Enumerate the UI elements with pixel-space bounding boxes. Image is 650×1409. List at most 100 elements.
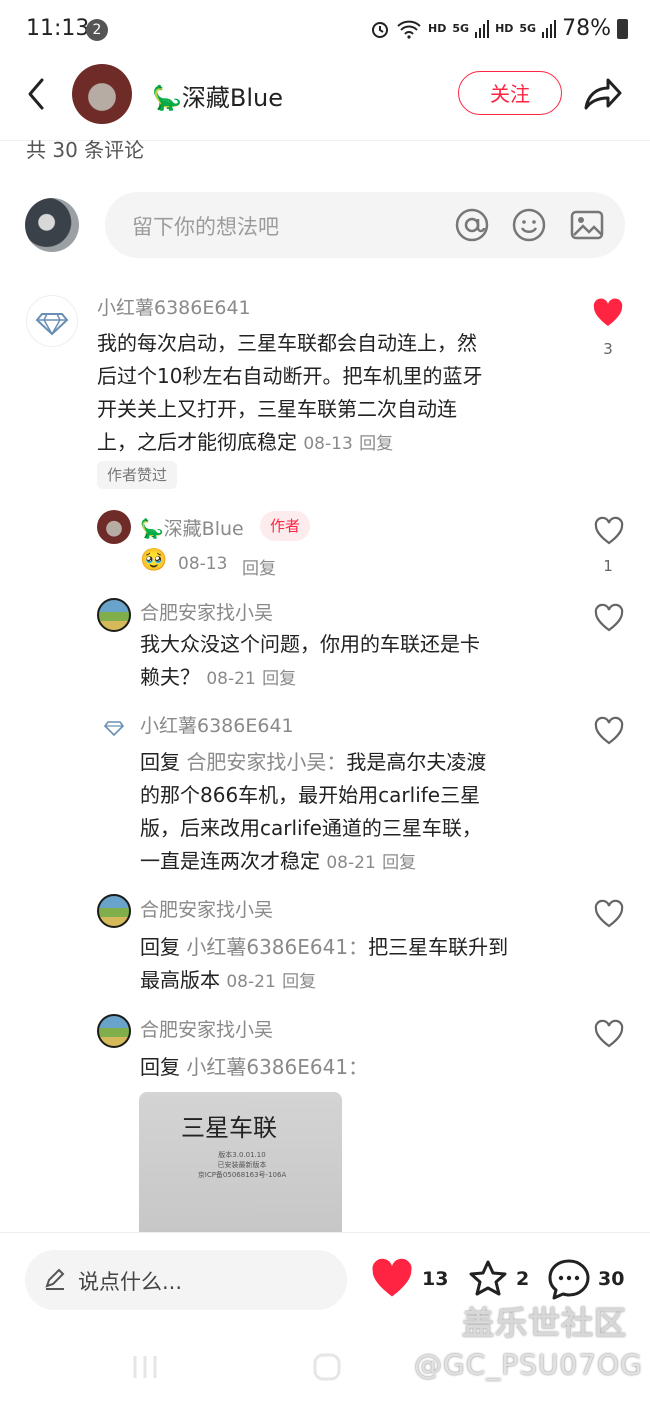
reply-prefix: 回复 — [140, 935, 180, 959]
comment-line: 后过个10秒左右自动断开。把车机里的蓝牙 — [97, 364, 483, 388]
say-something-placeholder[interactable]: 说点什么... — [78, 1266, 182, 1296]
comment-input-placeholder[interactable]: 留下你的想法吧 — [132, 211, 279, 241]
battery-percent: 78% — [562, 16, 611, 41]
reply-body: 回复 小红薯6386E641：把三星车联升到 最高版本 08-21 回复 — [140, 931, 580, 999]
photo-line: 已安装最新版本 — [217, 1161, 267, 1169]
reply-date: 08-21 — [206, 669, 256, 689]
reply-line: 一直是连两次才稳定 — [140, 849, 320, 873]
reply-link[interactable]: 回复 — [359, 434, 393, 454]
reply-prefix: 回复 — [140, 750, 180, 774]
reply-image[interactable]: 三星车联 版本3.0.01.10 已安装最新版本 京ICP备05068163号-… — [139, 1092, 342, 1242]
reply-author[interactable]: 🦕深藏Blue — [140, 514, 244, 541]
diamond-icon — [35, 313, 69, 336]
photo-line: 京ICP备05068163号-106A — [197, 1171, 287, 1179]
watermark-handle: @GC_PSU07OG — [414, 1348, 643, 1381]
diamond-icon[interactable] — [102, 714, 126, 738]
pencil-icon — [45, 1268, 65, 1290]
like-heart-icon[interactable] — [368, 1258, 416, 1302]
comment-line: 我的每次启动，三星车联都会自动连上，然 — [97, 331, 477, 355]
like-count: 1 — [603, 557, 613, 575]
photo-caption: 版本3.0.01.10 已安装最新版本 京ICP备05068163号-106A — [187, 1150, 297, 1180]
reply-line: 版，后来改用carlife通道的三星车联， — [140, 816, 482, 840]
my-avatar — [25, 198, 79, 252]
commenter-avatar[interactable] — [26, 295, 78, 347]
reply-line: 我大众没这个问题，你用的车联还是卡 — [140, 632, 480, 656]
reply-line: 最高版本 — [140, 968, 220, 992]
follow-button[interactable]: 关注 — [458, 71, 562, 115]
heart-outline-icon[interactable] — [593, 516, 625, 548]
image-icon[interactable] — [569, 207, 605, 243]
reply-link[interactable]: 回复 — [242, 554, 276, 579]
status-bar: 11:13 2 HD 5G HD 5G 78% — [0, 0, 650, 60]
reply-author[interactable]: 合肥安家找小吴 — [140, 1015, 273, 1042]
signal-icon — [475, 19, 490, 38]
reply-line: 把三星车联升到 — [368, 935, 509, 959]
reply-avatar[interactable] — [97, 598, 131, 632]
reply-date: 08-13 — [178, 554, 228, 574]
reply-avatar[interactable] — [97, 1014, 131, 1048]
reply-author[interactable]: 小红薯6386E641 — [140, 711, 294, 738]
status-time: 11:13 — [26, 16, 90, 41]
reply-prefix: 回复 — [140, 1055, 180, 1079]
heart-outline-icon[interactable] — [593, 716, 625, 748]
reply-avatar[interactable] — [97, 510, 131, 544]
home-icon[interactable] — [312, 1352, 342, 1382]
mention-icon[interactable] — [454, 207, 490, 243]
reply-to-name[interactable]: 小红薯6386E641： — [186, 1055, 368, 1079]
comment-total: 30 — [598, 1268, 625, 1290]
reply-date: 08-21 — [326, 853, 376, 873]
reply-body: 回复 小红薯6386E641： — [140, 1051, 580, 1084]
emoji-icon[interactable] — [511, 207, 547, 243]
comment-date: 08-13 — [303, 434, 353, 454]
wifi-icon — [397, 20, 421, 39]
signal-icon-2 — [542, 19, 557, 38]
reply-avatar[interactable] — [97, 894, 131, 928]
emoji-sticker: 🥹 — [140, 548, 168, 573]
signal-5g-1: 5G — [452, 22, 470, 35]
heart-outline-icon[interactable] — [593, 1019, 625, 1051]
watermark-title: 盖乐世社区 — [462, 1304, 628, 1342]
reply-line: 我是高尔夫凌渡 — [346, 750, 487, 774]
back-arrow-icon[interactable] — [22, 74, 52, 114]
share-icon[interactable] — [580, 74, 624, 114]
reply-to-name[interactable]: 合肥安家找小吴： — [186, 750, 346, 774]
reply-body: 回复 合肥安家找小吴：我是高尔夫凌渡 的那个866车机，最开始用carlife三… — [140, 746, 580, 880]
reply-body: 我大众没这个问题，你用的车联还是卡 赖夫？ 08-21 回复 — [140, 628, 580, 696]
comment-line: 上，之后才能彻底稳定 — [97, 430, 297, 454]
comment-count: 共 30 条评论 — [26, 138, 145, 162]
notification-badge: 2 — [86, 19, 108, 41]
alarm-icon — [372, 21, 389, 38]
status-icons: HD 5G HD 5G 78% — [370, 16, 628, 41]
author-liked-tag: 作者赞过 — [97, 461, 178, 489]
heart-outline-icon[interactable] — [593, 899, 625, 931]
heart-outline-icon[interactable] — [593, 603, 625, 635]
signal-5g-2: 5G — [519, 22, 537, 35]
say-something-input[interactable] — [25, 1250, 347, 1310]
recent-apps-icon[interactable] — [130, 1352, 160, 1382]
heart-filled-icon[interactable] — [592, 298, 624, 330]
author-tag: 作者 — [260, 511, 311, 541]
reply-link[interactable]: 回复 — [282, 972, 316, 992]
reply-link[interactable]: 回复 — [262, 669, 296, 689]
author-name[interactable]: 🦕深藏Blue — [152, 78, 283, 113]
star-icon[interactable] — [466, 1258, 510, 1302]
reply-author[interactable]: 合肥安家找小吴 — [140, 895, 273, 922]
like-total: 13 — [422, 1268, 449, 1290]
like-count: 3 — [603, 340, 613, 358]
comment-author[interactable]: 小红薯6386E641 — [97, 293, 251, 320]
reply-line: 的那个866车机，最开始用carlife三星 — [140, 783, 481, 807]
comment-bubble-icon[interactable] — [546, 1257, 592, 1303]
battery-icon — [617, 18, 628, 39]
hd-label-1: HD — [428, 22, 447, 35]
comment-body: 我的每次启动，三星车联都会自动连上，然 后过个10秒左右自动断开。把车机里的蓝牙… — [97, 327, 577, 461]
reply-link[interactable]: 回复 — [382, 853, 416, 873]
reply-author[interactable]: 合肥安家找小吴 — [140, 598, 273, 625]
photo-line: 版本3.0.01.10 — [218, 1151, 266, 1159]
hd-label-2: HD — [495, 22, 514, 35]
reply-to-name[interactable]: 小红薯6386E641： — [186, 935, 368, 959]
reply-date: 08-21 — [226, 972, 276, 992]
author-avatar[interactable] — [72, 64, 132, 124]
star-total: 2 — [516, 1268, 530, 1290]
comment-line: 开关关上又打开，三星车联第二次自动连 — [97, 397, 457, 421]
reply-line: 赖夫？ — [140, 665, 200, 689]
